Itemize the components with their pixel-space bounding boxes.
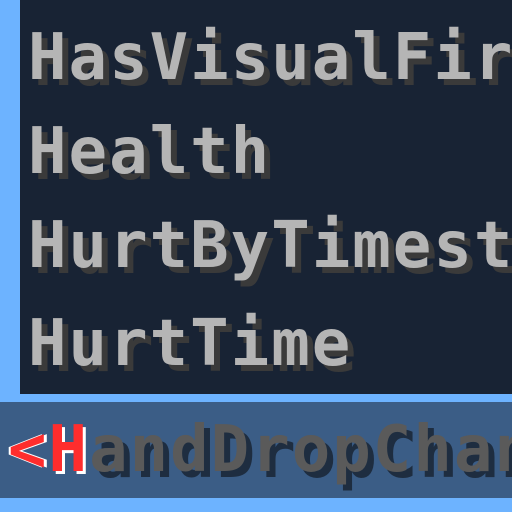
list-item-hurt-by-timestamp[interactable]: HurtByTimestamp <box>28 198 512 294</box>
selected-list-item-hand-drop-chances[interactable]: <HandDropChances <box>0 402 512 498</box>
selected-item-text: <HandDropChances <box>8 402 512 498</box>
list-item-label: HasVisualFire <box>28 21 512 95</box>
list-item-label: Health <box>28 115 272 189</box>
list-item-hurt-time[interactable]: HurtTime <box>28 296 352 392</box>
list-item-label: HurtTime <box>28 307 353 381</box>
list-item-has-visual-fire[interactable]: HasVisualFire <box>28 10 512 106</box>
list-item-health[interactable]: Health <box>28 104 271 200</box>
selected-item-first-letter: H <box>48 413 90 487</box>
nbt-tag-list-frame: HasVisualFire Health HurtByTimestamp Hur… <box>0 0 512 512</box>
selection-caret-icon: < <box>8 413 49 487</box>
list-item-label: HurtByTimestamp <box>28 209 512 283</box>
selected-item-label: andDropChances <box>89 413 512 487</box>
tag-list-panel: HasVisualFire Health HurtByTimestamp Hur… <box>20 0 512 394</box>
